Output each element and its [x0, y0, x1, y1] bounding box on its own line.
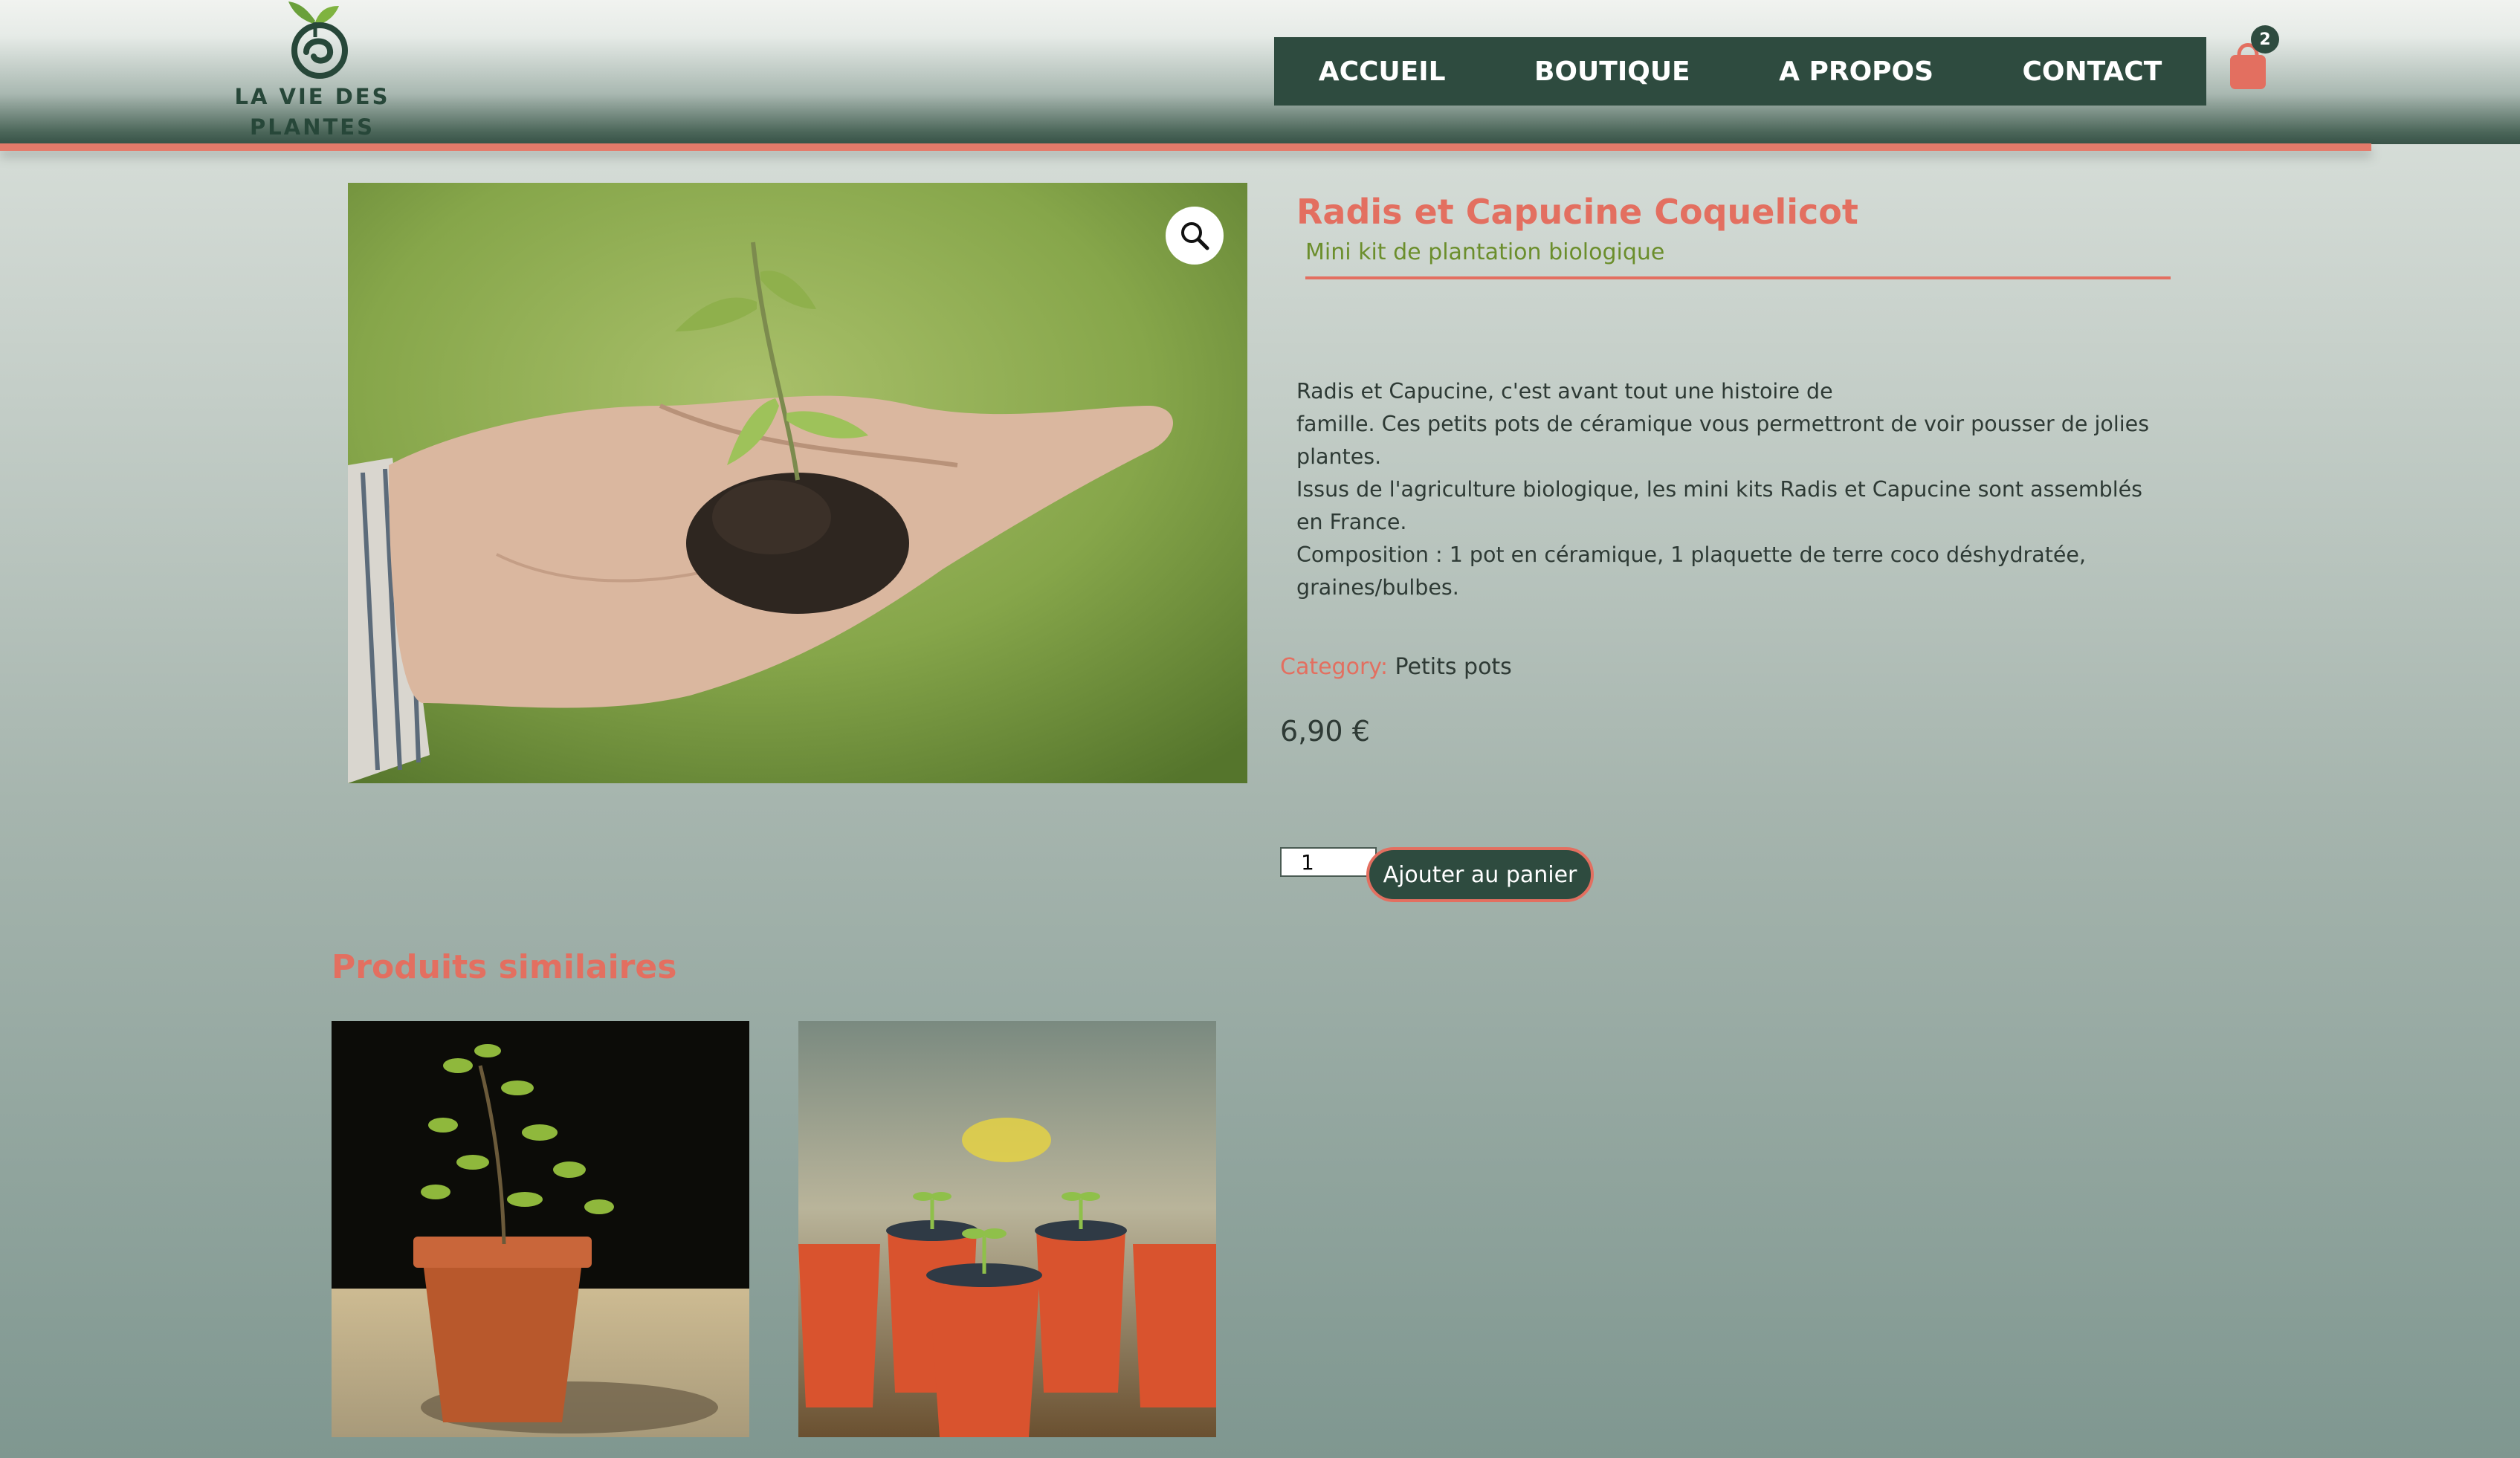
brand-name-line1: LA VIE DES — [234, 84, 390, 109]
related-product-image[interactable] — [798, 1021, 1216, 1437]
cart-count-badge: 2 — [2251, 25, 2279, 54]
nav-contact[interactable]: CONTACT — [2008, 56, 2177, 87]
product-price: 6,90 € — [1280, 715, 1370, 748]
nav-a-propos[interactable]: A PROPOS — [1764, 56, 1948, 87]
description-line: Radis et Capucine, c'est avant tout une … — [1296, 379, 1833, 404]
main-nav: ACCUEIL BOUTIQUE A PROPOS CONTACT — [1274, 37, 2206, 106]
category-link[interactable]: Petits pots — [1395, 654, 1512, 680]
description-line: Composition : 1 pot en céramique, 1 plaq… — [1296, 542, 2087, 600]
related-product-image[interactable] — [332, 1021, 749, 1437]
product-description: Radis et Capucine, c'est avant tout une … — [1296, 375, 2174, 604]
zoom-button[interactable] — [1166, 207, 1224, 265]
category-label: Category: — [1280, 654, 1388, 680]
cart-button[interactable]: 2 — [2223, 25, 2282, 92]
brand-name-line2: PLANTES — [250, 114, 375, 140]
site-logo[interactable]: LA VIE DES PLANTES — [223, 0, 401, 143]
header-divider — [0, 143, 2371, 151]
quantity-input[interactable] — [1280, 847, 1377, 877]
search-icon — [1181, 222, 1209, 250]
description-line: Issus de l'agriculture biologique, les m… — [1296, 477, 2142, 534]
product-main-image[interactable] — [348, 183, 1247, 783]
nav-accueil[interactable]: ACCUEIL — [1304, 56, 1461, 87]
product-title: Radis et Capucine Coquelicot — [1296, 192, 1858, 232]
product-category: Category: Petits pots — [1280, 654, 1512, 680]
related-products-title: Produits similaires — [332, 948, 677, 986]
description-line: famille. Ces petits pots de céramique vo… — [1296, 412, 2150, 469]
add-to-cart-button[interactable]: Ajouter au panier — [1366, 847, 1594, 902]
sprout-logo-icon — [288, 1, 348, 79]
product-subtitle: Mini kit de plantation biologique — [1305, 239, 1665, 265]
nav-boutique[interactable]: BOUTIQUE — [1519, 56, 1705, 87]
title-divider — [1305, 276, 2171, 279]
